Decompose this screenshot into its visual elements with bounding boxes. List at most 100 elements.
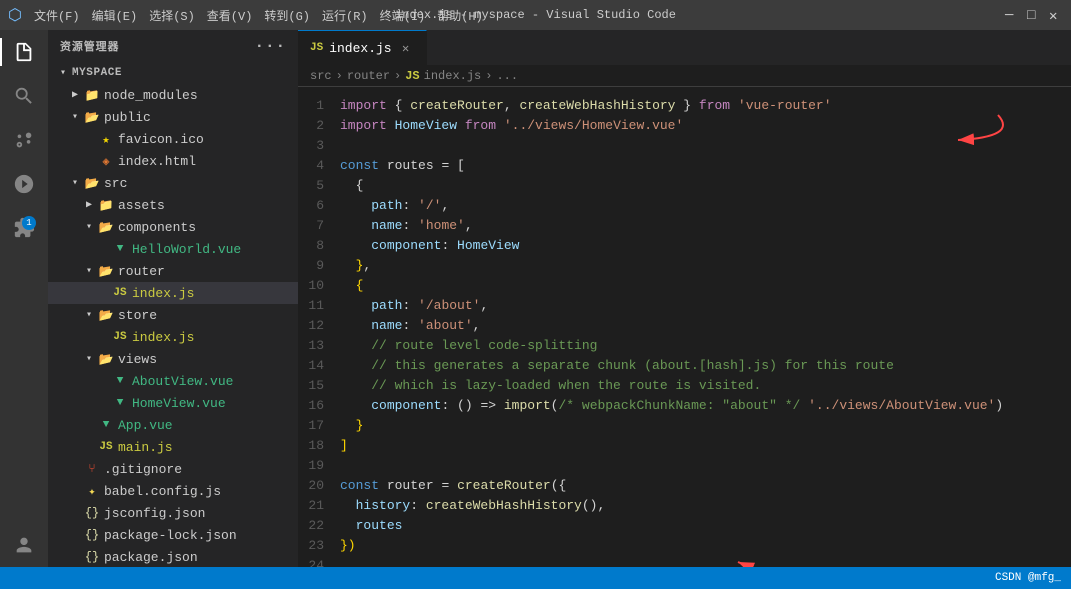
vue-icon: ▼ (98, 417, 114, 433)
tree-item-app-vue[interactable]: ▶ ▼ App.vue (48, 414, 298, 436)
tree-item-jsconfig[interactable]: ▶ {} jsconfig.json (48, 502, 298, 524)
code-line-16: 16 component: () => import(/* webpackChu… (298, 395, 1071, 415)
code-line-12: 12 name: 'about', (298, 315, 1071, 335)
line-number: 3 (298, 138, 340, 153)
menu-view[interactable]: 查看(V) (207, 7, 253, 24)
line-number: 23 (298, 538, 340, 553)
activity-extensions-icon[interactable]: 1 (10, 214, 38, 242)
line-content: { (340, 278, 1071, 293)
line-content: import HomeView from '../views/HomeView.… (340, 118, 1071, 133)
tree-label: HomeView.vue (132, 396, 226, 411)
tree-label: public (104, 110, 151, 125)
tree-label: package-lock.json (104, 528, 237, 543)
tree-item-favicon[interactable]: ▶ ★ favicon.ico (48, 128, 298, 150)
line-content: name: 'about', (340, 318, 1071, 333)
tab-index-js[interactable]: JS index.js ✕ (298, 30, 427, 65)
tree-item-node-modules[interactable]: ▶ 📁 node_modules (48, 84, 298, 106)
tree-item-assets[interactable]: ▶ 📁 assets (48, 194, 298, 216)
code-editor[interactable]: 1 import { createRouter, createWebHashHi… (298, 87, 1071, 567)
tree-arrow-icon: ▶ (68, 88, 82, 102)
tree-label: components (118, 220, 196, 235)
tab-close-button[interactable]: ✕ (398, 40, 414, 56)
minimize-button[interactable]: ─ (1005, 8, 1019, 22)
html-icon: ◈ (98, 153, 114, 169)
menu-edit[interactable]: 编辑(E) (92, 7, 138, 24)
line-number: 12 (298, 318, 340, 333)
code-line-15: 15 // which is lazy-loaded when the rout… (298, 375, 1071, 395)
breadcrumb-src: src (310, 69, 332, 83)
sidebar-more-button[interactable]: ··· (255, 38, 286, 54)
tree-item-router-index[interactable]: ▶ JS index.js (48, 282, 298, 304)
tree-item-components[interactable]: ▾ 📂 components (48, 216, 298, 238)
code-line-3: 3 (298, 135, 1071, 155)
line-number: 2 (298, 118, 340, 133)
star-icon: ★ (98, 131, 114, 147)
vue-icon: ▼ (112, 395, 128, 411)
tree-item-main-js[interactable]: ▶ JS main.js (48, 436, 298, 458)
tree-item-homeview[interactable]: ▶ ▼ HomeView.vue (48, 392, 298, 414)
tree-item-helloworld[interactable]: ▶ ▼ HelloWorld.vue (48, 238, 298, 260)
activity-files-icon[interactable] (10, 38, 38, 66)
tree-item-index-html[interactable]: ▶ ◈ index.html (48, 150, 298, 172)
tree-item-public[interactable]: ▾ 📂 public (48, 106, 298, 128)
breadcrumb-router: router (347, 69, 390, 83)
menu-goto[interactable]: 转到(G) (264, 7, 310, 24)
activity-account-icon[interactable] (10, 531, 38, 559)
code-line-22: 22 routes (298, 515, 1071, 535)
activity-git-icon[interactable] (10, 126, 38, 154)
tree-root-myspace[interactable]: ▾ MYSPACE (48, 62, 298, 84)
tree-arrow-icon: ▾ (68, 110, 82, 124)
tree-item-aboutview[interactable]: ▶ ▼ AboutView.vue (48, 370, 298, 392)
line-content: name: 'home', (340, 218, 1071, 233)
tree-item-src[interactable]: ▾ 📂 src (48, 172, 298, 194)
breadcrumb-sep-3: › (485, 69, 492, 83)
activity-debug-icon[interactable] (10, 170, 38, 198)
breadcrumb-js-icon: JS (405, 69, 419, 83)
extensions-badge: 1 (22, 216, 36, 230)
line-content: history: createWebHashHistory(), (340, 498, 1071, 513)
json-icon: {} (84, 505, 100, 521)
tree-label: views (118, 352, 157, 367)
code-line-5: 5 { (298, 175, 1071, 195)
activity-search-icon[interactable] (10, 82, 38, 110)
menu-file[interactable]: 文件(F) (34, 7, 80, 24)
sidebar-title: 资源管理器 (60, 38, 119, 54)
line-number: 7 (298, 218, 340, 233)
code-line-1: 1 import { createRouter, createWebHashHi… (298, 95, 1071, 115)
line-number: 19 (298, 458, 340, 473)
line-number: 1 (298, 98, 340, 113)
editor-wrapper: 1 import { createRouter, createWebHashHi… (298, 87, 1071, 567)
tree-item-package-lock[interactable]: ▶ {} package-lock.json (48, 524, 298, 546)
tree-item-store[interactable]: ▾ 📂 store (48, 304, 298, 326)
tree-item-gitignore[interactable]: ▶ ⑂ .gitignore (48, 458, 298, 480)
line-number: 5 (298, 178, 340, 193)
tree-label: src (104, 176, 127, 191)
line-number: 17 (298, 418, 340, 433)
code-line-20: 20 const router = createRouter({ (298, 475, 1071, 495)
close-button[interactable]: ✕ (1049, 8, 1063, 22)
menu-run[interactable]: 运行(R) (322, 7, 368, 24)
line-number: 6 (298, 198, 340, 213)
main-layout: 1 资源管理器 ··· ▾ MYSPACE ▶ 📁 node_modules (0, 30, 1071, 567)
line-content: import { createRouter, createWebHashHist… (340, 98, 1071, 113)
tree-item-views[interactable]: ▾ 📂 views (48, 348, 298, 370)
tree-label: package.json (104, 550, 198, 565)
tree-item-babel[interactable]: ▶ ✦ babel.config.js (48, 480, 298, 502)
tree-label: store (118, 308, 157, 323)
tree-item-router[interactable]: ▾ 📂 router (48, 260, 298, 282)
tree-item-package[interactable]: ▶ {} package.json (48, 546, 298, 567)
tree-arrow-icon: ▶ (82, 198, 96, 212)
root-label: MYSPACE (72, 67, 122, 79)
js-icon: JS (112, 329, 128, 345)
tree-arrow-icon: ▾ (56, 66, 70, 80)
tab-js-icon: JS (310, 42, 323, 54)
line-content: ] (340, 438, 1071, 453)
tree-item-store-index[interactable]: ▶ JS index.js (48, 326, 298, 348)
line-number: 15 (298, 378, 340, 393)
title-bar: ⬡ 文件(F) 编辑(E) 选择(S) 查看(V) 转到(G) 运行(R) 终端… (0, 0, 1071, 30)
code-line-23: 23 }) (298, 535, 1071, 555)
maximize-button[interactable]: □ (1027, 8, 1041, 22)
code-line-7: 7 name: 'home', (298, 215, 1071, 235)
line-number: 24 (298, 558, 340, 568)
menu-select[interactable]: 选择(S) (149, 7, 195, 24)
